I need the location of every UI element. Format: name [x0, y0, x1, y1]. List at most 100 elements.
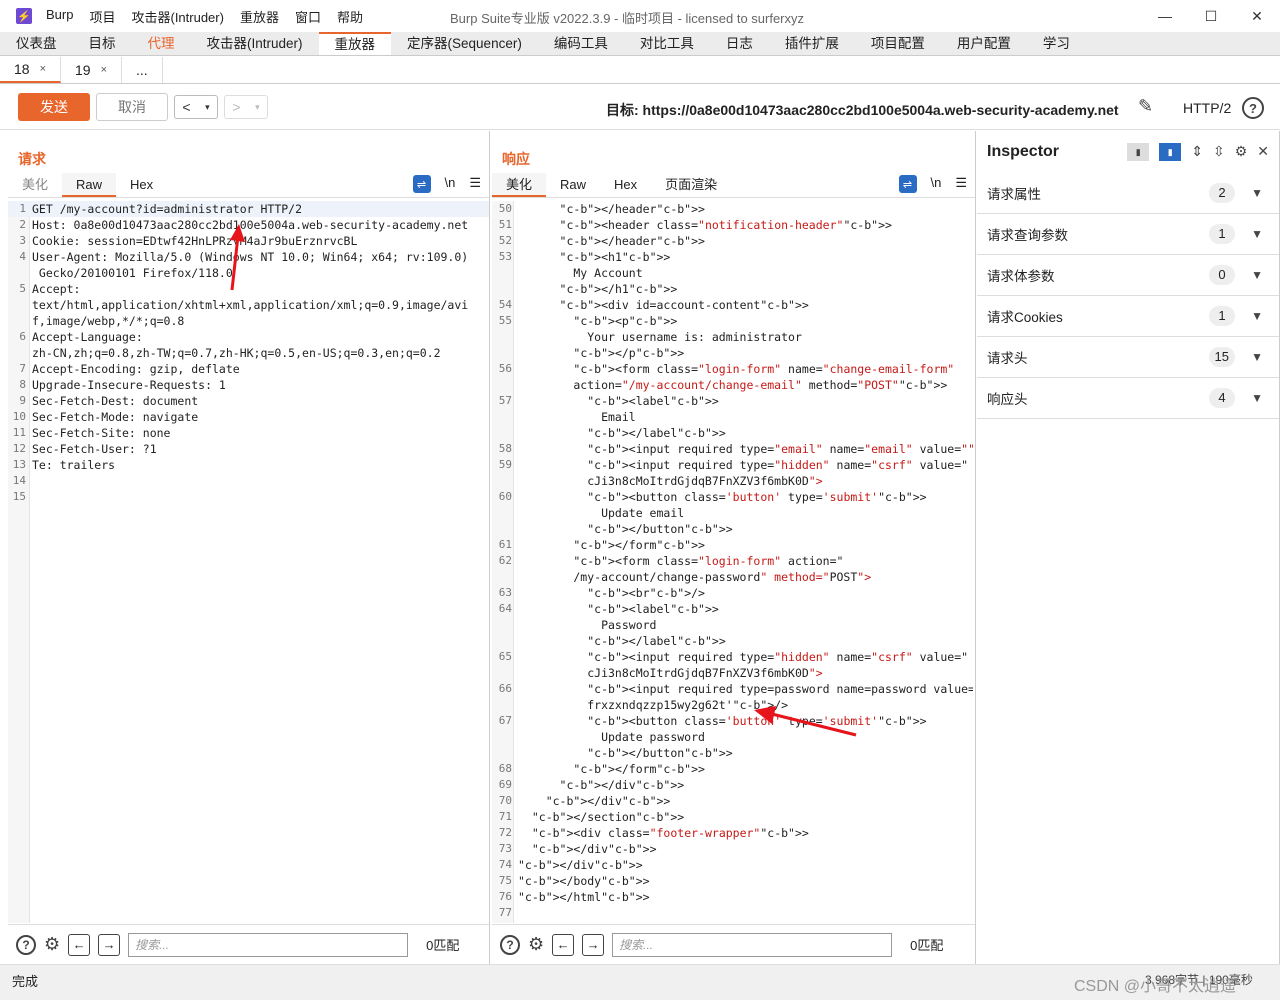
code-text: "c-b"></button"c-b">> — [587, 522, 733, 536]
request-editor[interactable]: 1 GET /my-account?id=administrator HTTP/2… — [8, 201, 489, 923]
repeater-tab-18[interactable]: 18 × — [0, 57, 62, 83]
menu-intruder[interactable]: 攻击器(Intruder) — [131, 7, 223, 26]
cancel-button[interactable]: 取消 — [96, 93, 168, 121]
line-number: 66 — [498, 682, 512, 695]
code-line: 52 "c-b"></header"c-b">> — [492, 233, 975, 249]
inspector-section[interactable]: 请求头 15 ▼ — [977, 337, 1279, 378]
help-icon[interactable]: ? — [16, 934, 36, 955]
line-number: 64 — [498, 602, 512, 615]
edit-target-icon[interactable]: ✎ — [1138, 96, 1160, 118]
layout-right-icon[interactable]: ▮ — [1159, 143, 1182, 161]
search-input[interactable]: 搜索... — [128, 932, 409, 957]
tab-hex[interactable]: Hex — [600, 173, 651, 197]
menu-repeater[interactable]: 重放器 — [240, 7, 279, 26]
gear-icon[interactable]: ⚙ — [528, 934, 544, 955]
code-line: /my-account/change-password" method="POS… — [492, 569, 975, 585]
newline-icon[interactable]: \n — [445, 175, 456, 193]
minimize-icon[interactable]: — — [1142, 0, 1188, 32]
code-line: cJi3n8cMoItrdGjdqB7FnXZV3f6mbK0D"> — [492, 665, 975, 681]
request-title: 请求 — [18, 151, 46, 167]
code-text: "c-b"><button class='button' type='submi… — [587, 490, 927, 504]
prev-match-button[interactable]: ← — [552, 933, 575, 956]
line-number: 57 — [498, 394, 512, 407]
settings-icon[interactable]: ⚙ — [1235, 143, 1248, 161]
menu-icon[interactable]: ☰ — [469, 175, 481, 193]
code-text: "c-b"></div"c-b">> — [545, 794, 671, 808]
close-tab-icon[interactable]: × — [101, 64, 107, 76]
tab-pretty[interactable]: 美化 — [492, 173, 547, 197]
response-editor[interactable]: 50 "c-b"></header"c-b">> 51 "c-b"><header… — [492, 201, 975, 923]
tab-intruder[interactable]: 攻击器(Intruder) — [191, 32, 319, 55]
code-line: 4 User-Agent: Mozilla/5.0 (Windows NT 10.… — [8, 249, 489, 265]
tab-extensions[interactable]: 插件扩展 — [769, 32, 855, 55]
code-line: 65 "c-b"><input required type="hidden" n… — [492, 649, 975, 665]
tab-decoder[interactable]: 编码工具 — [538, 32, 624, 55]
tab-proxy[interactable]: 代理 — [132, 32, 191, 55]
chevron-down-icon[interactable]: ▼ — [1251, 186, 1263, 200]
code-text: text/html,application/xhtml+xml,applicat… — [32, 298, 469, 312]
gear-icon[interactable]: ⚙ — [44, 934, 60, 955]
inspector-panel: Inspector ▮ ▮ ⇕ ⇳ ⚙ ✕ 请求属性 2 ▼ 请求查询参数 1 ▼ 请求体参… — [977, 131, 1280, 964]
tab-user-options[interactable]: 用户配置 — [941, 32, 1027, 55]
next-match-button[interactable]: → — [98, 933, 121, 956]
history-back-button[interactable]: < ▾ — [174, 95, 218, 119]
line-number: 77 — [498, 906, 512, 919]
wrap-icon[interactable]: ⇌ — [412, 175, 431, 193]
tab-render[interactable]: 页面渲染 — [651, 173, 731, 197]
history-forward-button[interactable]: > ▾ — [224, 95, 268, 119]
newline-icon[interactable]: \n — [931, 175, 942, 193]
tab-raw[interactable]: Raw — [546, 173, 600, 197]
chevron-down-icon[interactable]: ▼ — [1251, 350, 1263, 364]
expand-all-icon[interactable]: ⇕ — [1191, 143, 1203, 161]
line-number: 67 — [498, 714, 512, 727]
tab-dashboard[interactable]: 仪表盘 — [0, 32, 73, 55]
tab-sequencer[interactable]: 定序器(Sequencer) — [391, 32, 538, 55]
tab-hex[interactable]: Hex — [116, 173, 167, 197]
menu-icon[interactable]: ☰ — [955, 175, 967, 193]
tab-learn[interactable]: 学习 — [1027, 32, 1086, 55]
repeater-tab-19[interactable]: 19 × — [61, 57, 123, 83]
prev-match-button[interactable]: ← — [68, 933, 91, 956]
tab-logger[interactable]: 日志 — [710, 32, 769, 55]
wrap-icon[interactable]: ⇌ — [898, 175, 917, 193]
next-match-button[interactable]: → — [582, 933, 605, 956]
menu-help[interactable]: 帮助 — [337, 7, 363, 26]
repeater-tab-more[interactable]: ... — [122, 57, 163, 83]
tab-comparer[interactable]: 对比工具 — [624, 32, 710, 55]
inspector-section[interactable]: 请求Cookies 1 ▼ — [977, 296, 1279, 337]
close-tab-icon[interactable]: × — [40, 63, 46, 75]
chevron-down-icon[interactable]: ▼ — [1251, 391, 1263, 405]
code-line: 14 — [8, 473, 489, 489]
http-version[interactable]: HTTP/2 — [1183, 100, 1231, 116]
burp-logo-icon: ⚡ — [16, 8, 32, 24]
tab-repeater[interactable]: 重放器 — [318, 32, 392, 55]
code-text: action="/my-account/change-email" method… — [518, 378, 948, 392]
chevron-left-icon: < — [182, 99, 191, 115]
search-input[interactable]: 搜索... — [612, 932, 893, 957]
close-icon[interactable]: ✕ — [1257, 143, 1269, 161]
code-line: 10 Sec-Fetch-Mode: navigate — [8, 409, 489, 425]
code-line: 9 Sec-Fetch-Dest: document — [8, 393, 489, 409]
inspector-section[interactable]: 请求体参数 0 ▼ — [977, 255, 1279, 296]
tab-target[interactable]: 目标 — [73, 32, 132, 55]
menu-burp[interactable]: Burp — [46, 7, 73, 26]
inspector-section[interactable]: 请求属性 2 ▼ — [977, 173, 1279, 214]
layout-left-icon[interactable]: ▮ — [1127, 143, 1150, 161]
chevron-down-icon[interactable]: ▼ — [1251, 268, 1263, 282]
help-icon[interactable]: ? — [500, 934, 520, 955]
chevron-down-icon[interactable]: ▼ — [1251, 227, 1263, 241]
inspector-section[interactable]: 请求查询参数 1 ▼ — [977, 214, 1279, 255]
menu-project[interactable]: 项目 — [89, 7, 115, 26]
tab-pretty[interactable]: 美化 — [8, 173, 62, 197]
collapse-all-icon[interactable]: ⇳ — [1213, 143, 1225, 161]
chevron-down-icon[interactable]: ▼ — [1251, 309, 1263, 323]
code-text: "c-b"><label"c-b">> — [587, 602, 719, 616]
help-icon[interactable]: ? — [1242, 97, 1264, 119]
inspector-section[interactable]: 响应头 4 ▼ — [977, 378, 1279, 419]
close-icon[interactable]: ✕ — [1234, 0, 1280, 32]
send-button[interactable]: 发送 — [18, 93, 90, 121]
maximize-icon[interactable]: ☐ — [1188, 0, 1234, 32]
menu-window[interactable]: 窗口 — [295, 7, 321, 26]
tab-project-options[interactable]: 项目配置 — [855, 32, 941, 55]
tab-raw[interactable]: Raw — [62, 173, 117, 197]
